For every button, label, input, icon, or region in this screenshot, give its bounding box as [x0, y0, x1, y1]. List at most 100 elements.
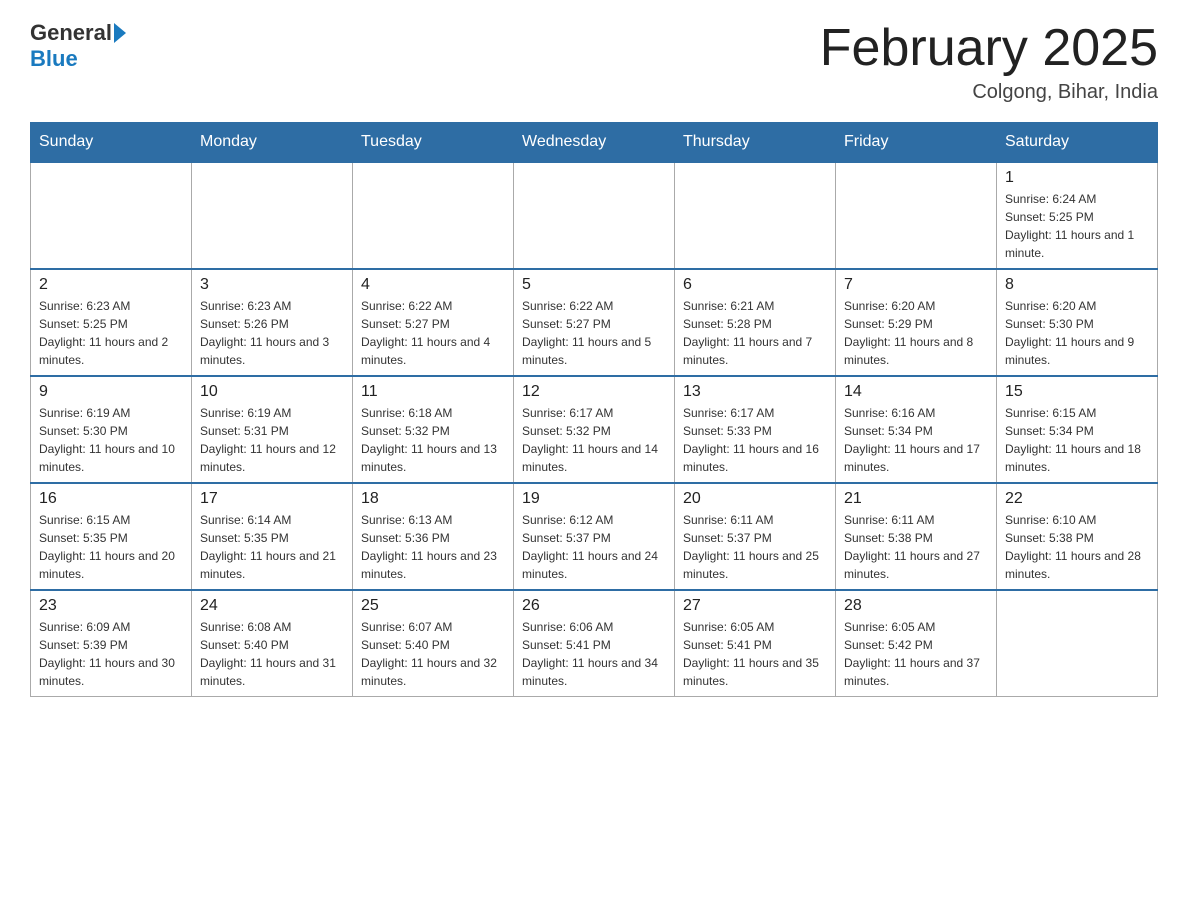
day-number: 22 — [1005, 490, 1149, 508]
calendar-cell: 21Sunrise: 6:11 AMSunset: 5:38 PMDayligh… — [836, 483, 997, 590]
calendar-cell — [836, 162, 997, 269]
calendar-cell: 7Sunrise: 6:20 AMSunset: 5:29 PMDaylight… — [836, 269, 997, 376]
day-number: 3 — [200, 276, 344, 294]
page-header: General Blue February 2025 Colgong, Biha… — [30, 20, 1158, 104]
calendar-cell: 4 Sunrise: 6:22 AMSunset: 5:27 PMDaylight… — [353, 269, 514, 376]
calendar-week-1: 1Sunrise: 6:24 AMSunset: 5:25 PMDaylight… — [31, 162, 1158, 269]
day-info: Sunrise: 6:15 AMSunset: 5:34 PMDaylight:… — [1005, 404, 1149, 476]
day-number: 20 — [683, 490, 827, 508]
day-info: Sunrise: 6:05 AMSunset: 5:42 PMDaylight:… — [844, 618, 988, 690]
day-header-friday: Friday — [836, 123, 997, 163]
day-number: 7 — [844, 276, 988, 294]
day-info: Sunrise: 6:23 AMSunset: 5:26 PMDaylight:… — [200, 297, 344, 369]
calendar-cell — [31, 162, 192, 269]
day-number: 13 — [683, 383, 827, 401]
day-number: 26 — [522, 597, 666, 615]
day-header-thursday: Thursday — [675, 123, 836, 163]
calendar-cell: 18Sunrise: 6:13 AMSunset: 5:36 PMDayligh… — [353, 483, 514, 590]
day-info: Sunrise: 6:11 AMSunset: 5:37 PMDaylight:… — [683, 511, 827, 583]
day-info: Sunrise: 6:10 AMSunset: 5:38 PMDaylight:… — [1005, 511, 1149, 583]
day-info: Sunrise: 6:08 AMSunset: 5:40 PMDaylight:… — [200, 618, 344, 690]
day-number: 24 — [200, 597, 344, 615]
day-info: Sunrise: 6:20 AMSunset: 5:30 PMDaylight:… — [1005, 297, 1149, 369]
calendar-cell — [675, 162, 836, 269]
calendar-cell: 14 Sunrise: 6:16 AMSunset: 5:34 PMDayligh… — [836, 376, 997, 483]
calendar-cell: 27Sunrise: 6:05 AMSunset: 5:41 PMDayligh… — [675, 590, 836, 697]
calendar-header-row: SundayMondayTuesdayWednesdayThursdayFrid… — [31, 123, 1158, 163]
day-number: 11 — [361, 383, 505, 401]
day-info: Sunrise: 6:21 AMSunset: 5:28 PMDaylight:… — [683, 297, 827, 369]
calendar-cell: 12 Sunrise: 6:17 AMSunset: 5:32 PMDayligh… — [514, 376, 675, 483]
calendar-cell: 11 Sunrise: 6:18 AMSunset: 5:32 PMDayligh… — [353, 376, 514, 483]
day-info: Sunrise: 6:19 AMSunset: 5:30 PMDaylight:… — [39, 404, 183, 476]
day-info: Sunrise: 6:14 AMSunset: 5:35 PMDaylight:… — [200, 511, 344, 583]
day-info: Sunrise: 6:05 AMSunset: 5:41 PMDaylight:… — [683, 618, 827, 690]
calendar-cell: 20 Sunrise: 6:11 AMSunset: 5:37 PMDayligh… — [675, 483, 836, 590]
day-header-monday: Monday — [192, 123, 353, 163]
calendar-cell: 16 Sunrise: 6:15 AMSunset: 5:35 PMDayligh… — [31, 483, 192, 590]
calendar-cell — [353, 162, 514, 269]
calendar-cell: 5 Sunrise: 6:22 AMSunset: 5:27 PMDaylight… — [514, 269, 675, 376]
calendar-week-2: 2 Sunrise: 6:23 AMSunset: 5:25 PMDaylight… — [31, 269, 1158, 376]
logo-general-text: General — [30, 20, 112, 46]
day-info: Sunrise: 6:24 AMSunset: 5:25 PMDaylight:… — [1005, 190, 1149, 262]
title-area: February 2025 Colgong, Bihar, India — [820, 20, 1158, 104]
day-info: Sunrise: 6:15 AMSunset: 5:35 PMDaylight:… — [39, 511, 183, 583]
calendar-cell: 6 Sunrise: 6:21 AMSunset: 5:28 PMDaylight… — [675, 269, 836, 376]
logo-blue-text: Blue — [30, 46, 78, 72]
day-number: 12 — [522, 383, 666, 401]
day-header-saturday: Saturday — [997, 123, 1158, 163]
calendar-cell: 15Sunrise: 6:15 AMSunset: 5:34 PMDayligh… — [997, 376, 1158, 483]
day-header-tuesday: Tuesday — [353, 123, 514, 163]
day-info: Sunrise: 6:09 AMSunset: 5:39 PMDaylight:… — [39, 618, 183, 690]
calendar-week-3: 9 Sunrise: 6:19 AMSunset: 5:30 PMDaylight… — [31, 376, 1158, 483]
day-number: 2 — [39, 276, 183, 294]
day-info: Sunrise: 6:23 AMSunset: 5:25 PMDaylight:… — [39, 297, 183, 369]
day-info: Sunrise: 6:19 AMSunset: 5:31 PMDaylight:… — [200, 404, 344, 476]
day-info: Sunrise: 6:22 AMSunset: 5:27 PMDaylight:… — [361, 297, 505, 369]
logo: General Blue — [30, 20, 128, 72]
calendar-cell: 28Sunrise: 6:05 AMSunset: 5:42 PMDayligh… — [836, 590, 997, 697]
day-header-sunday: Sunday — [31, 123, 192, 163]
calendar-cell: 22 Sunrise: 6:10 AMSunset: 5:38 PMDayligh… — [997, 483, 1158, 590]
day-number: 4 — [361, 276, 505, 294]
calendar-cell: 23 Sunrise: 6:09 AMSunset: 5:39 PMDayligh… — [31, 590, 192, 697]
day-header-wednesday: Wednesday — [514, 123, 675, 163]
calendar-cell: 17 Sunrise: 6:14 AMSunset: 5:35 PMDayligh… — [192, 483, 353, 590]
day-number: 21 — [844, 490, 988, 508]
day-info: Sunrise: 6:13 AMSunset: 5:36 PMDaylight:… — [361, 511, 505, 583]
calendar-cell: 3 Sunrise: 6:23 AMSunset: 5:26 PMDaylight… — [192, 269, 353, 376]
calendar-week-4: 16 Sunrise: 6:15 AMSunset: 5:35 PMDayligh… — [31, 483, 1158, 590]
calendar-cell: 26 Sunrise: 6:06 AMSunset: 5:41 PMDayligh… — [514, 590, 675, 697]
day-info: Sunrise: 6:17 AMSunset: 5:33 PMDaylight:… — [683, 404, 827, 476]
calendar-week-5: 23 Sunrise: 6:09 AMSunset: 5:39 PMDayligh… — [31, 590, 1158, 697]
calendar-cell — [192, 162, 353, 269]
day-info: Sunrise: 6:12 AMSunset: 5:37 PMDaylight:… — [522, 511, 666, 583]
day-info: Sunrise: 6:18 AMSunset: 5:32 PMDaylight:… — [361, 404, 505, 476]
calendar-cell: 10 Sunrise: 6:19 AMSunset: 5:31 PMDayligh… — [192, 376, 353, 483]
calendar-cell: 19 Sunrise: 6:12 AMSunset: 5:37 PMDayligh… — [514, 483, 675, 590]
calendar-cell: 1Sunrise: 6:24 AMSunset: 5:25 PMDaylight… — [997, 162, 1158, 269]
calendar-cell: 13 Sunrise: 6:17 AMSunset: 5:33 PMDayligh… — [675, 376, 836, 483]
calendar-cell — [514, 162, 675, 269]
logo-arrow-icon — [114, 23, 126, 43]
day-number: 5 — [522, 276, 666, 294]
day-number: 19 — [522, 490, 666, 508]
calendar-table: SundayMondayTuesdayWednesdayThursdayFrid… — [30, 122, 1158, 697]
day-number: 16 — [39, 490, 183, 508]
day-number: 10 — [200, 383, 344, 401]
day-info: Sunrise: 6:16 AMSunset: 5:34 PMDaylight:… — [844, 404, 988, 476]
month-title: February 2025 — [820, 20, 1158, 77]
day-info: Sunrise: 6:22 AMSunset: 5:27 PMDaylight:… — [522, 297, 666, 369]
day-number: 9 — [39, 383, 183, 401]
day-number: 25 — [361, 597, 505, 615]
day-info: Sunrise: 6:07 AMSunset: 5:40 PMDaylight:… — [361, 618, 505, 690]
day-info: Sunrise: 6:17 AMSunset: 5:32 PMDaylight:… — [522, 404, 666, 476]
calendar-cell: 24 Sunrise: 6:08 AMSunset: 5:40 PMDayligh… — [192, 590, 353, 697]
calendar-cell: 25 Sunrise: 6:07 AMSunset: 5:40 PMDayligh… — [353, 590, 514, 697]
day-number: 23 — [39, 597, 183, 615]
day-number: 17 — [200, 490, 344, 508]
day-number: 6 — [683, 276, 827, 294]
day-info: Sunrise: 6:06 AMSunset: 5:41 PMDaylight:… — [522, 618, 666, 690]
day-number: 14 — [844, 383, 988, 401]
